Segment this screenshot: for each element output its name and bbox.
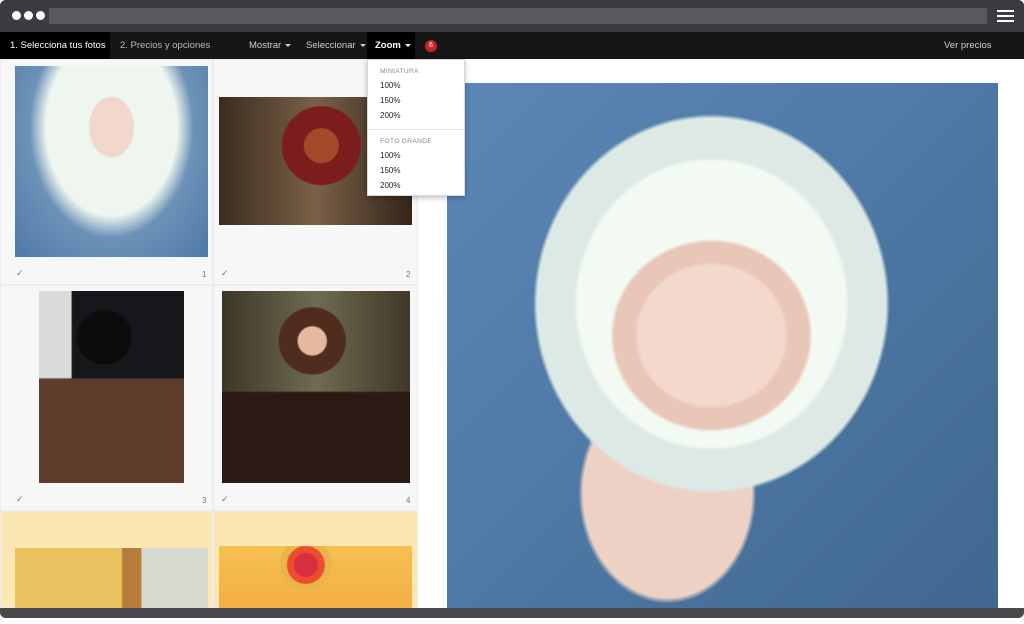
- caret-down-icon: [404, 43, 411, 47]
- thumbnail-photo[interactable]: [39, 291, 184, 483]
- thumbnail-card[interactable]: [213, 511, 418, 608]
- hamburger-menu-icon[interactable]: [997, 10, 1014, 22]
- dropdown-divider: [368, 129, 464, 130]
- address-bar[interactable]: [49, 8, 987, 24]
- zoom-miniatura-150[interactable]: 150%: [380, 96, 400, 105]
- step-prices-options[interactable]: 2. Precios y opciones: [120, 32, 210, 59]
- menu-seleccionar-label: Seleccionar: [306, 40, 356, 51]
- thumbnail-card[interactable]: ✓ 3: [0, 285, 213, 511]
- thumbnail-photo[interactable]: [222, 291, 410, 483]
- zoom-miniatura-100[interactable]: 100%: [380, 81, 400, 90]
- thumbnail-photo[interactable]: [15, 548, 208, 608]
- thumbnail-grid: ✓ 1 ✓ 2 ✓ 3 ✓ 4: [0, 59, 418, 608]
- zoom-foto-grande-150[interactable]: 150%: [380, 166, 400, 175]
- large-photo-preview[interactable]: [447, 83, 998, 608]
- menu-mostrar-label: Mostrar: [249, 40, 282, 51]
- dropdown-heading-foto-grande: FOTO GRANDE: [380, 138, 432, 145]
- menu-seleccionar[interactable]: Seleccionar: [306, 32, 366, 59]
- thumbnail-photo[interactable]: [15, 66, 208, 257]
- window-dots-icon: [12, 11, 45, 20]
- check-icon[interactable]: ✓: [16, 268, 24, 279]
- photo-number: 1: [202, 270, 207, 279]
- thumbnail-card[interactable]: [0, 511, 213, 608]
- menu-mostrar[interactable]: Mostrar: [249, 32, 292, 59]
- photo-selection-area: ✓ 1 ✓ 2 ✓ 3 ✓ 4: [0, 59, 1024, 608]
- photo-number: 4: [406, 496, 411, 505]
- zoom-foto-grande-200[interactable]: 200%: [380, 181, 400, 190]
- caret-down-icon: [359, 43, 366, 47]
- menu-zoom-label: Zoom: [375, 40, 401, 51]
- thumbnail-card[interactable]: ✓ 4: [213, 285, 418, 511]
- photo-number: 3: [202, 496, 207, 505]
- zoom-foto-grande-100[interactable]: 100%: [380, 151, 400, 160]
- zoom-miniatura-200[interactable]: 200%: [380, 111, 400, 120]
- thumbnail-photo[interactable]: [219, 546, 412, 608]
- zoom-dropdown-menu: MINIATURA 100% 150% 200% FOTO GRANDE 100…: [367, 59, 465, 196]
- browser-titlebar: [0, 0, 1024, 32]
- caret-down-icon: [285, 43, 292, 47]
- check-icon[interactable]: ✓: [16, 494, 24, 505]
- photo-number: 2: [406, 270, 411, 279]
- check-icon[interactable]: ✓: [221, 494, 229, 505]
- menu-zoom[interactable]: Zoom: [367, 32, 415, 59]
- large-photo-panel: [418, 59, 1024, 608]
- top-navigation: 1. Selecciona tus fotos 2. Precios y opc…: [0, 32, 1024, 59]
- dropdown-heading-miniatura: MINIATURA: [380, 68, 419, 75]
- browser-window: 1. Selecciona tus fotos 2. Precios y opc…: [0, 0, 1024, 618]
- window-bottom-bar: [0, 608, 1024, 618]
- step-select-photos[interactable]: 1. Selecciona tus fotos: [0, 32, 110, 59]
- selection-count-badge[interactable]: 6: [425, 40, 437, 52]
- thumbnail-card[interactable]: ✓ 1: [0, 59, 213, 285]
- check-icon[interactable]: ✓: [221, 268, 229, 279]
- ver-precios-link[interactable]: Ver precios: [944, 32, 992, 59]
